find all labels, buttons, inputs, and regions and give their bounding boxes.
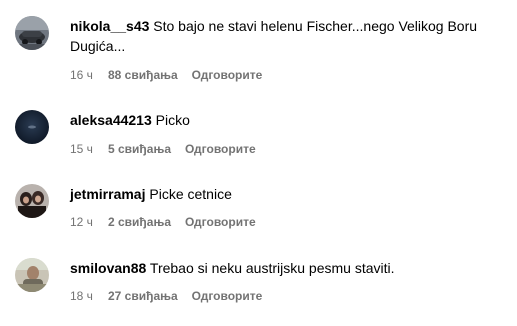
comment-likes[interactable]: 27 свиђања	[108, 288, 178, 304]
comment-time: 18 ч	[70, 289, 93, 303]
dark-avatar-icon	[15, 110, 49, 144]
comment-text: Trebao si neku austrijsku pesmu staviti.	[149, 260, 395, 276]
reply-button[interactable]: Одговорите	[185, 141, 256, 157]
car-photo-icon	[15, 16, 49, 50]
comment-username[interactable]: aleksa44213	[70, 112, 152, 128]
comment-body: jetmirramaj Picke cetnice	[70, 184, 507, 204]
comment-text: Picke cetnice	[149, 186, 232, 202]
comment-text: Picko	[155, 112, 190, 128]
comment-body: aleksa44213 Picko	[70, 110, 507, 130]
comment-meta: 16 ч 88 свиђања Одговорите	[70, 67, 262, 83]
comment-body: nikola__s43 Sto bajo ne stavi helenu Fis…	[70, 16, 507, 56]
reply-button[interactable]: Одговорите	[185, 214, 256, 230]
avatar[interactable]	[15, 184, 49, 218]
comment-username[interactable]: nikola__s43	[70, 18, 149, 34]
reply-button[interactable]: Одговорите	[192, 67, 263, 83]
comment-meta: 15 ч 5 свиђања Одговорите	[70, 141, 256, 157]
comment-meta: 18 ч 27 свиђања Одговорите	[70, 288, 262, 304]
person-photo-icon	[15, 184, 49, 218]
avatar[interactable]	[15, 110, 49, 144]
comment-body: smilovan88 Trebao si neku austrijsku pes…	[70, 258, 507, 278]
comment-meta: 12 ч 2 свиђања Одговорите	[70, 214, 256, 230]
comment-username[interactable]: smilovan88	[70, 260, 146, 276]
comment-time: 15 ч	[70, 142, 93, 156]
comment-likes[interactable]: 2 свиђања	[108, 214, 171, 230]
comment-time: 16 ч	[70, 68, 93, 82]
comment-likes[interactable]: 88 свиђања	[108, 67, 178, 83]
outdoor-photo-icon	[15, 258, 49, 292]
avatar[interactable]	[15, 16, 49, 50]
comment-time: 12 ч	[70, 215, 93, 229]
comment-likes[interactable]: 5 свиђања	[108, 141, 171, 157]
reply-button[interactable]: Одговорите	[192, 288, 263, 304]
comment-username[interactable]: jetmirramaj	[70, 186, 145, 202]
avatar[interactable]	[15, 258, 49, 292]
